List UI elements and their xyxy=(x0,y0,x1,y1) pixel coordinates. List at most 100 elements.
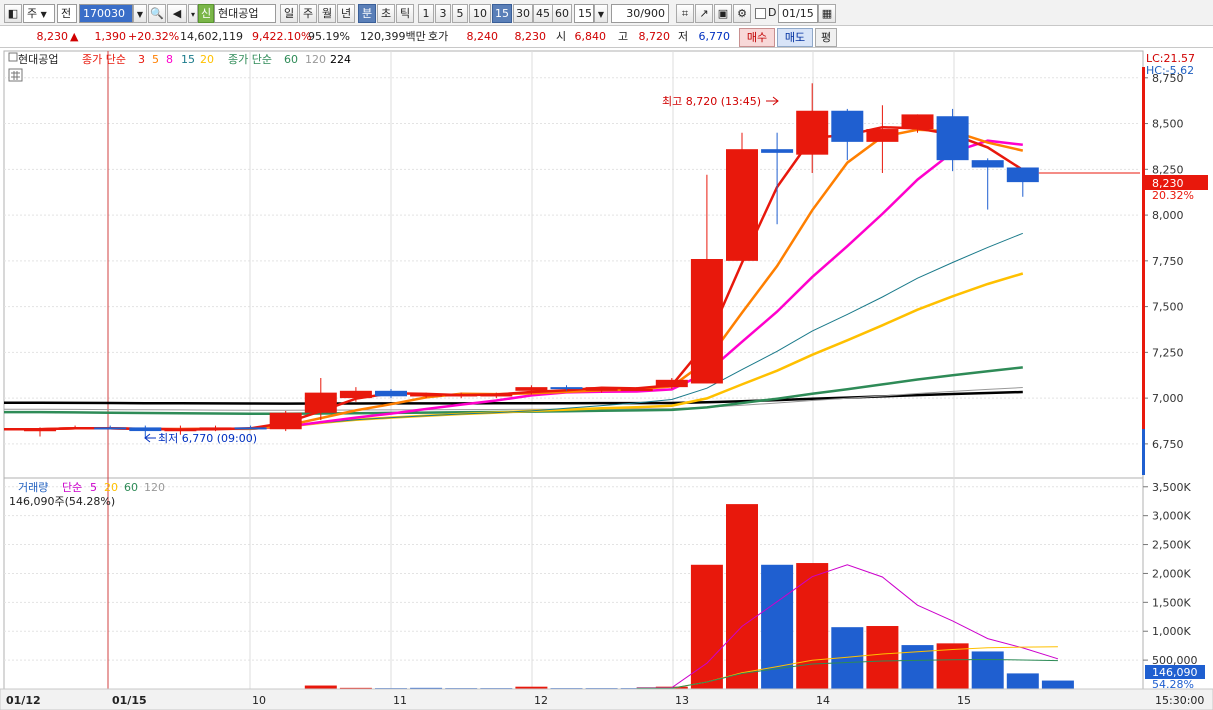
x-axis-label: 01/12 xyxy=(6,694,41,707)
legend-ma15: 15 xyxy=(181,53,195,66)
legend-ma20: 20 xyxy=(200,53,214,66)
period-tick[interactable]: 틱 xyxy=(396,4,414,23)
period-year[interactable]: 년 xyxy=(337,4,355,23)
type-select[interactable]: 주 ▼ xyxy=(23,4,55,23)
volume-bar xyxy=(866,626,899,689)
interval-input[interactable]: 15 xyxy=(574,4,594,23)
date-input[interactable]: 01/15 xyxy=(778,4,818,23)
interval-value: 15 xyxy=(578,7,592,20)
interval-15[interactable]: 15 xyxy=(492,4,512,23)
legend-ma8: 8 xyxy=(166,53,173,66)
date-checkbox[interactable] xyxy=(755,8,766,19)
candle-body xyxy=(585,387,618,391)
x-axis-label: 15:30:00 xyxy=(1155,694,1204,707)
period-month[interactable]: 월 xyxy=(318,4,336,23)
chevron-down-icon: ▼ xyxy=(597,10,605,19)
eval-button[interactable]: 평 xyxy=(815,28,837,47)
x-axis-label: 15 xyxy=(957,694,971,707)
period-day[interactable]: 일 xyxy=(280,4,298,23)
vol-legend-label: 거래량 xyxy=(18,481,48,494)
main-toolbar: ◧ 주 ▼ 전 170030 ▼ 🔍 ◀ ▾ 신 현대공업 일 주 월 년 분 … xyxy=(0,0,1213,26)
volume-tick-label: 2,000K xyxy=(1152,567,1191,580)
new-badge: 신 xyxy=(198,4,214,23)
stock-name-text: 현대공업 xyxy=(218,7,259,20)
last-pct-label: 20.32% xyxy=(1152,189,1194,202)
quote-bar: 8,230 ▲ 1,390 +20.32% 14,602,119 9,422.1… xyxy=(0,26,1213,48)
interval-45[interactable]: 45 xyxy=(533,4,553,23)
vol-legend-ma20: 20 xyxy=(104,481,118,494)
candle-body xyxy=(269,412,302,430)
sound-dropdown[interactable]: ▾ xyxy=(188,4,198,23)
candle-body xyxy=(761,149,794,153)
type-label: 주 xyxy=(27,7,38,20)
interval-3[interactable]: 3 xyxy=(435,4,451,23)
amount-value: 120,399백만 xyxy=(360,30,426,43)
vol-legend-ma60: 60 xyxy=(124,481,138,494)
interval-10[interactable]: 10 xyxy=(469,4,491,23)
candle-body xyxy=(831,110,864,142)
price-tick-label: 7,750 xyxy=(1152,255,1184,268)
legend-toggle-icon[interactable] xyxy=(8,52,18,62)
price-change: 1,390 xyxy=(94,30,127,43)
search-icon: 🔍 xyxy=(150,7,164,20)
candle-body xyxy=(690,259,723,384)
legend-ma120: 120 xyxy=(305,53,326,66)
count-value: 30 xyxy=(626,7,641,20)
interval-60[interactable]: 60 xyxy=(552,4,572,23)
candle-body xyxy=(410,394,443,397)
draw-tool-icon[interactable]: ↗ xyxy=(695,4,713,23)
calendar-icon[interactable]: ▦ xyxy=(818,4,836,23)
range-bar-down xyxy=(1142,429,1145,475)
open-label: 시 xyxy=(556,30,567,43)
high-price: 8,720 xyxy=(638,30,671,43)
bid-label: 호가 xyxy=(428,30,449,43)
legend-ma-label: 종가 단순 xyxy=(82,53,126,66)
market-select[interactable]: 전 xyxy=(57,4,77,23)
candle-body xyxy=(936,116,969,161)
x-axis-label: 10 xyxy=(252,694,266,707)
candle-body xyxy=(971,160,1004,168)
legend-ma5: 5 xyxy=(152,53,159,66)
interval-30[interactable]: 30 xyxy=(513,4,533,23)
candle-body xyxy=(866,129,899,142)
sound-button[interactable]: ◀ xyxy=(167,4,187,23)
period-week[interactable]: 주 xyxy=(299,4,317,23)
legend-ma3: 3 xyxy=(138,53,145,66)
table-toggle-icon[interactable] xyxy=(8,68,23,82)
search-button[interactable]: 🔍 xyxy=(148,4,166,23)
code-dropdown-button[interactable]: ▼ xyxy=(133,4,147,23)
volume-tick-label: 2,500K xyxy=(1152,539,1191,552)
interval-dropdown[interactable]: ▼ xyxy=(594,4,608,23)
low-annotation: 최저 6,770 (09:00) xyxy=(158,432,257,445)
period-minute[interactable]: 분 xyxy=(358,4,376,23)
interval-5[interactable]: 5 xyxy=(452,4,468,23)
count-input[interactable]: 30/900 xyxy=(611,4,669,23)
candle-body xyxy=(480,394,513,397)
price-tick-label: 6,750 xyxy=(1152,438,1184,451)
count-total: /900 xyxy=(640,7,665,20)
price-change-pct: +20.32% xyxy=(128,30,180,43)
grid-tool-icon[interactable]: ⌗ xyxy=(676,4,694,23)
candle-body xyxy=(796,110,829,155)
range-bar-up xyxy=(1142,67,1145,429)
save-icon[interactable]: ▣ xyxy=(714,4,732,23)
hc-label: HC:-5.62 xyxy=(1146,64,1194,77)
period-second[interactable]: 초 xyxy=(377,4,395,23)
buy-button[interactable]: 매수 xyxy=(739,28,775,47)
low-label: 저 xyxy=(678,30,689,43)
interval-1[interactable]: 1 xyxy=(418,4,434,23)
price-volume-chart[interactable]: 8,7508,5008,2508,0007,7507,5007,2507,000… xyxy=(0,49,1213,710)
price-tick-label: 7,500 xyxy=(1152,301,1184,314)
candle-body xyxy=(304,392,337,413)
volume-tick-label: 3,000K xyxy=(1152,510,1191,523)
candle-body xyxy=(164,429,197,432)
volume-tick-label: 1,000K xyxy=(1152,625,1191,638)
stock-code-input[interactable]: 170030 xyxy=(79,4,133,23)
panel-icon[interactable]: ◧ xyxy=(4,4,22,23)
x-axis-label: 12 xyxy=(534,694,548,707)
gear-icon[interactable]: ⚙ xyxy=(733,4,751,23)
sell-button[interactable]: 매도 xyxy=(777,28,813,47)
stock-name-field[interactable]: 현대공업 xyxy=(214,4,276,23)
volume-value: 14,602,119 xyxy=(180,30,243,43)
chart-area[interactable]: 8,750 8,500 8,250 8,000 7,750 7,500 7,250 7,000… xyxy=(0,49,1213,710)
